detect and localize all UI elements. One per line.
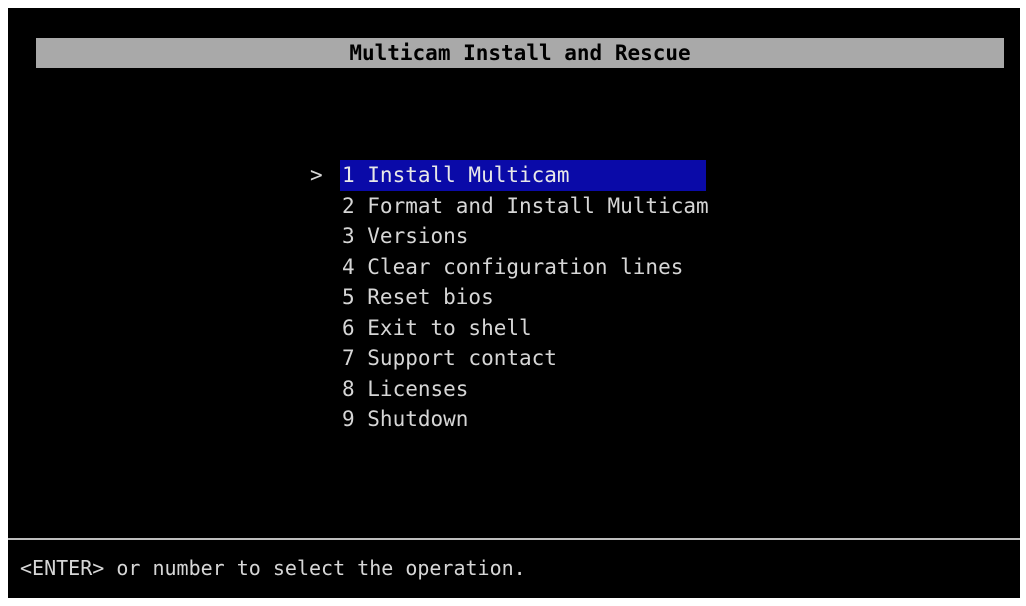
- status-divider: [8, 538, 1020, 540]
- menu-item-shutdown[interactable]: 9 Shutdown: [310, 404, 713, 435]
- status-hint: <ENTER> or number to select the operatio…: [20, 556, 526, 580]
- menu-item-label: 3 Versions: [342, 224, 469, 248]
- menu-item-label: 7 Support contact: [342, 346, 557, 370]
- menu-item-format-and-install[interactable]: 2 Format and Install Multicam: [310, 191, 713, 222]
- menu-item-exit-to-shell[interactable]: 6 Exit to shell: [310, 313, 713, 344]
- menu-item-label: 9 Shutdown: [342, 407, 469, 431]
- selection-cursor-icon: >: [310, 163, 323, 187]
- menu-item-label: 6 Exit to shell: [342, 315, 532, 340]
- menu-item-label: 1 Install Multicam: [340, 160, 706, 191]
- menu-item-support-contact[interactable]: 7 Support contact: [310, 343, 713, 374]
- menu-item-licenses[interactable]: 8 Licenses: [310, 374, 713, 405]
- menu-item-label: 8 Licenses: [342, 376, 469, 401]
- menu-item-label: 2 Format and Install Multicam: [342, 193, 709, 218]
- menu-item-reset-bios[interactable]: 5 Reset bios: [310, 282, 713, 313]
- operations-menu: >1 Install Multicam 2 Format and Install…: [310, 160, 713, 435]
- menu-item-label: 4 Clear configuration lines: [342, 254, 684, 279]
- title-bar: Multicam Install and Rescue: [36, 38, 1004, 68]
- menu-item-versions[interactable]: 3 Versions: [310, 221, 713, 252]
- terminal-screen: Multicam Install and Rescue >1 Install M…: [8, 8, 1020, 598]
- menu-item-clear-configuration[interactable]: 4 Clear configuration lines: [310, 252, 713, 283]
- menu-item-label: 5 Reset bios: [342, 285, 494, 309]
- menu-item-install-multicam[interactable]: >1 Install Multicam: [310, 160, 713, 191]
